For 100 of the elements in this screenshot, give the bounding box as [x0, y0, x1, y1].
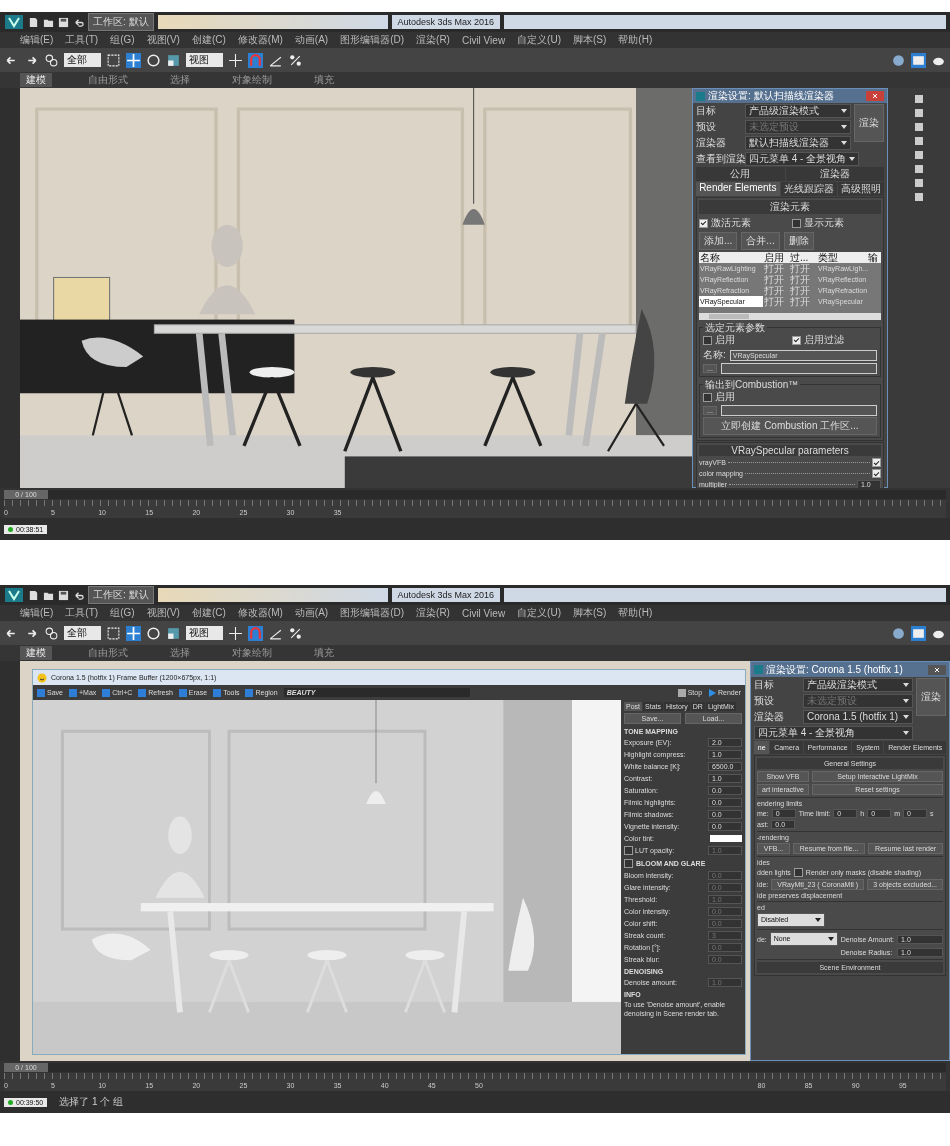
menu-item[interactable]: Civil View	[461, 34, 506, 46]
ribbon-tab[interactable]: 选择	[164, 646, 196, 660]
element-button[interactable]: 添加...	[699, 232, 738, 250]
menu-item[interactable]: 脚本(S)	[573, 33, 607, 47]
menu-item[interactable]: 动画(A)	[294, 33, 329, 47]
menu-item[interactable]: 视图(V)	[146, 606, 180, 620]
table-cell[interactable]: 打开	[789, 263, 817, 274]
checkbox[interactable]	[703, 335, 712, 345]
render-setup-icon[interactable]	[911, 52, 926, 68]
checkbox[interactable]	[872, 458, 881, 467]
close-icon[interactable]	[866, 91, 884, 101]
menu-item[interactable]: 修改器(M)	[237, 33, 283, 47]
dropdown[interactable]: 产品级渲染模式	[803, 678, 913, 692]
save-icon[interactable]	[58, 589, 69, 601]
checkbox[interactable]	[792, 335, 801, 345]
menu-item[interactable]: 帮助(H)	[618, 606, 653, 620]
column-header[interactable]: 名称	[699, 252, 763, 263]
menu-item[interactable]: 创建(C)	[191, 33, 226, 47]
dropdown[interactable]: 四元菜单 4 - 全景视角	[754, 726, 913, 740]
menu-item[interactable]: 自定义(U)	[517, 33, 561, 47]
menu-item[interactable]: 视图(V)	[146, 33, 180, 47]
dialog-tab[interactable]: 渲染器	[785, 167, 884, 181]
checkbox[interactable]	[703, 392, 712, 402]
workspace-dropdown[interactable]: 工作区: 默认	[88, 13, 154, 31]
table-cell[interactable]: 打开	[763, 274, 789, 285]
ribbon-tab[interactable]: 自由形式	[82, 646, 134, 660]
rollout-header[interactable]: 渲染元素	[699, 200, 881, 214]
close-icon[interactable]	[928, 664, 946, 675]
table-cell[interactable]: 打开	[789, 296, 817, 307]
move-icon[interactable]	[126, 52, 141, 68]
path-field[interactable]	[720, 363, 877, 374]
element-button[interactable]: 合并...	[741, 232, 780, 250]
dialog-tab[interactable]: 公用	[696, 167, 785, 181]
dropdown[interactable]: 四元菜单 4 - 全景视角	[745, 152, 860, 166]
table-cell[interactable]: 打开	[763, 263, 789, 274]
material-editor-icon[interactable]	[891, 625, 906, 641]
render-button[interactable]: 渲染	[916, 678, 946, 716]
menu-item[interactable]: 自定义(U)	[517, 606, 561, 620]
element-button[interactable]: 删除	[783, 232, 814, 250]
menu-item[interactable]: 工具(T)	[65, 33, 99, 47]
dialog-tab[interactable]: 高级照明	[837, 182, 884, 196]
save-icon[interactable]	[58, 16, 69, 28]
ribbon-tab[interactable]: 对象绘制	[226, 73, 278, 87]
menu-item[interactable]: 组(G)	[110, 606, 135, 620]
coordinate-dropdown[interactable]: 视图	[186, 626, 223, 640]
menu-item[interactable]: 帮助(H)	[618, 33, 653, 47]
select-region-icon[interactable]	[106, 52, 121, 68]
checkbox[interactable]	[624, 859, 633, 868]
ribbon-tab[interactable]: 对象绘制	[226, 646, 278, 660]
table-cell[interactable]: 打开	[789, 274, 817, 285]
color-swatch[interactable]	[710, 834, 742, 842]
menu-item[interactable]: 渲染(R)	[416, 33, 450, 47]
ribbon-tab[interactable]: 填充	[308, 73, 340, 87]
workspace-dropdown[interactable]: 工作区: 默认	[88, 586, 154, 604]
render-button[interactable]: 渲染	[854, 104, 884, 142]
checkbox[interactable]	[792, 218, 801, 228]
scale-icon[interactable]	[166, 625, 181, 641]
table-cell[interactable]: 打开	[789, 285, 817, 296]
dropdown[interactable]: Corona 1.5 (hotfix 1)	[803, 710, 913, 724]
menu-item[interactable]: 编辑(E)	[20, 33, 54, 47]
pivot-icon[interactable]	[228, 52, 243, 68]
percent-snap-icon[interactable]	[288, 625, 303, 641]
material-editor-icon[interactable]	[891, 52, 906, 68]
new-file-icon[interactable]	[28, 16, 39, 28]
rollout-header[interactable]: VRaySpecular parameters	[699, 445, 881, 456]
menu-item[interactable]: 图形编辑器(D)	[340, 606, 405, 620]
column-header[interactable]: 启用	[763, 252, 789, 263]
column-header[interactable]: 输	[867, 252, 881, 263]
checkbox[interactable]	[699, 218, 708, 228]
checkbox[interactable]	[793, 868, 803, 877]
menu-item[interactable]: Civil View	[461, 607, 506, 619]
link-icon[interactable]	[44, 625, 59, 641]
menu-item[interactable]: 修改器(M)	[237, 606, 283, 620]
dropdown[interactable]: 产品级渲染模式	[745, 104, 851, 118]
selection-filter-dropdown[interactable]: 全部	[64, 53, 101, 67]
rotate-icon[interactable]	[146, 625, 161, 641]
checkbox[interactable]	[872, 469, 881, 478]
table-cell[interactable]: 打开	[763, 285, 789, 296]
ribbon-tab[interactable]: 建模	[20, 73, 52, 87]
ribbon-tab[interactable]: 填充	[308, 646, 340, 660]
menu-item[interactable]: 图形编辑器(D)	[340, 33, 405, 47]
path-field[interactable]	[720, 405, 877, 416]
selection-filter-dropdown[interactable]: 全部	[64, 626, 101, 640]
dialog-tab[interactable]: Render Elements	[696, 182, 780, 196]
scrollbar[interactable]	[699, 313, 881, 320]
percent-snap-icon[interactable]	[288, 52, 303, 68]
dropdown[interactable]: 默认扫描线渲染器	[745, 136, 851, 150]
ribbon-tab[interactable]: 建模	[20, 646, 52, 660]
app-logo-icon[interactable]	[4, 587, 24, 603]
move-icon[interactable]	[126, 625, 141, 641]
ribbon-tab[interactable]: 选择	[164, 73, 196, 87]
app-logo-icon[interactable]	[4, 14, 24, 30]
render-setup-icon[interactable]	[911, 625, 926, 641]
menu-item[interactable]: 创建(C)	[191, 606, 226, 620]
menu-item[interactable]: 渲染(R)	[416, 606, 450, 620]
ribbon-tab[interactable]: 自由形式	[82, 73, 134, 87]
menu-item[interactable]: 动画(A)	[294, 606, 329, 620]
coordinate-dropdown[interactable]: 视图	[186, 53, 223, 67]
menu-item[interactable]: 工具(T)	[65, 606, 99, 620]
scale-icon[interactable]	[166, 52, 181, 68]
